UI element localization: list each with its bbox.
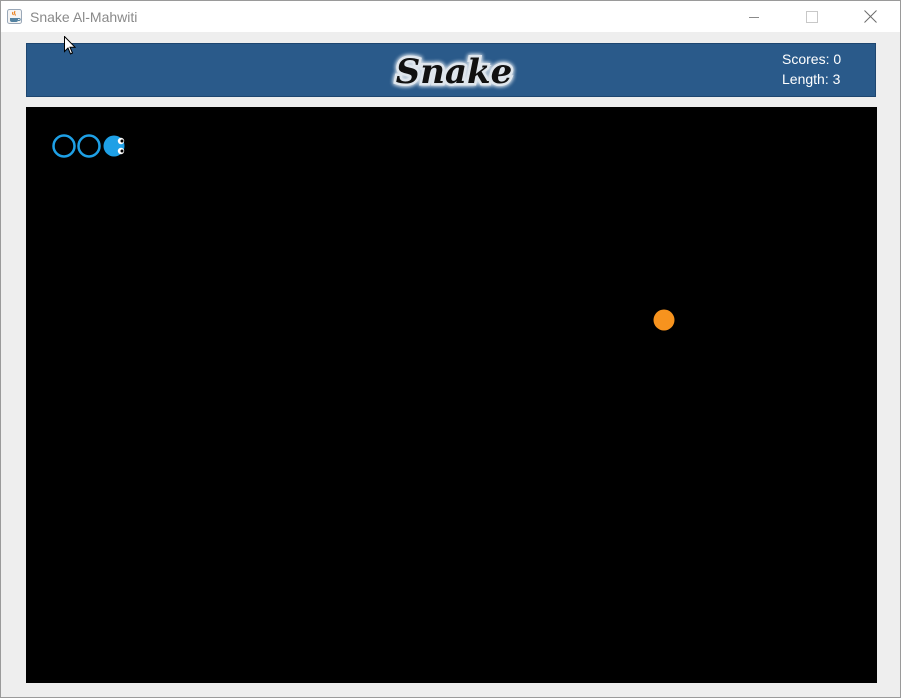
title-bar[interactable]: Snake Al-Mahwiti — [1, 1, 900, 32]
mouse-cursor-icon — [64, 36, 76, 55]
close-button[interactable] — [847, 1, 893, 32]
scores-label: Scores: 0 — [782, 51, 842, 67]
snake-body-segment — [52, 134, 76, 158]
stats-panel: Scores: 0 Length: 3 — [782, 49, 841, 89]
window-title: Snake Al-Mahwiti — [30, 9, 138, 25]
minimize-button[interactable] — [731, 1, 777, 32]
game-header: Snake Snake Scores: 0 Length: 3 — [26, 43, 876, 97]
logo-glow-text: Snake — [396, 52, 513, 92]
app-window: Snake Al-Mahwiti Snake Snake Scores: 0 L… — [0, 0, 901, 698]
snake-head — [103, 135, 125, 157]
snake-body-segment — [77, 134, 101, 158]
length-label: Length: 3 — [782, 71, 841, 87]
minimize-icon — [749, 16, 759, 18]
java-app-icon — [7, 9, 22, 24]
close-icon — [863, 10, 877, 23]
food-pellet — [653, 309, 675, 331]
maximize-icon — [806, 10, 818, 23]
maximize-button[interactable] — [789, 1, 835, 32]
logo-text: Snake — [396, 52, 513, 92]
game-canvas — [52, 134, 675, 331]
game-board[interactable] — [26, 107, 877, 683]
snake-logo: Snake Snake — [27, 47, 877, 100]
